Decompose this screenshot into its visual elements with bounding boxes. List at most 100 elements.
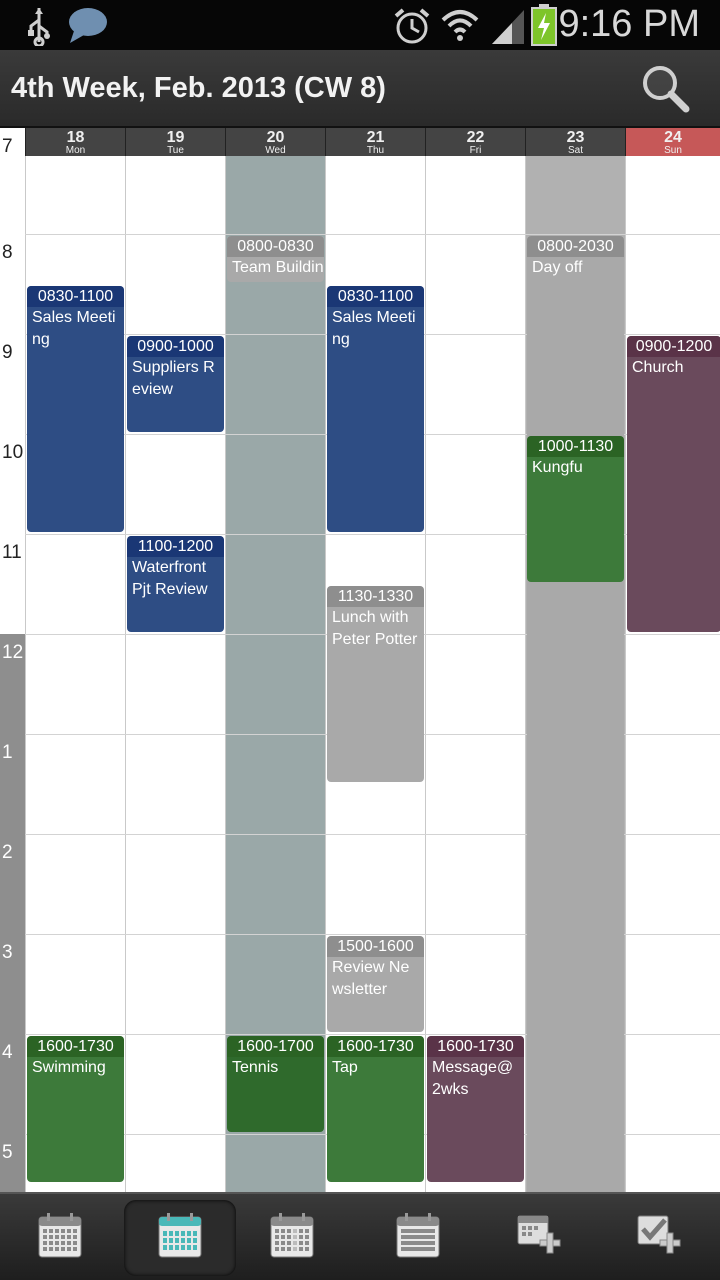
event-title: Team Building [232,259,324,276]
calendar-event[interactable]: 0900-1000 Suppliers Review [127,336,224,432]
hour-label: 1 [0,734,25,834]
event-time: 1000-1130 [527,436,624,457]
day-column-tue[interactable] [125,128,225,1192]
chat-bubble-icon [69,8,107,43]
add-event-tab[interactable] [484,1200,596,1276]
event-title: Suppliers Review [132,359,215,398]
calendar-event[interactable]: 1000-1130 Kungfu [527,436,624,582]
day-column-sun[interactable] [625,128,720,1192]
day-column-fri[interactable] [425,128,525,1192]
day-header-tue[interactable]: 19 Tue [125,128,225,156]
calendar-event[interactable]: 1130-1330 Lunch with Peter Potter [327,586,424,782]
day-column-wed[interactable] [225,128,325,1192]
day-view-tab[interactable] [236,1200,348,1276]
day-number: 18 [66,129,85,146]
event-time: 0900-1200 [627,336,720,357]
calendar-event[interactable]: 1600-1730 Swimming [27,1036,124,1182]
search-icon [643,66,690,113]
event-time: 1600-1700 [227,1036,324,1057]
calendar-event[interactable]: 0830-1100 Sales Meeting [27,286,124,532]
event-time: 0830-1100 [27,286,124,307]
day-number: 22 [466,129,485,146]
hour-label: 10 [2,442,24,463]
day-view-icon [269,1212,315,1264]
calendar-event[interactable]: 1500-1600 Review Newsletter [327,936,424,1032]
week-view-tab[interactable] [124,1200,236,1276]
calendar-event[interactable]: 0900-1200 Church [627,336,720,632]
signal-icon [492,10,524,44]
agenda-view-tab[interactable] [362,1200,474,1276]
day-number: 20 [266,129,285,146]
event-title: Message@2wks [432,1059,514,1098]
day-header-thu[interactable]: 21 Thu [325,128,425,156]
search-button[interactable] [640,64,692,114]
event-title: Kungfu [532,459,583,476]
event-time: 1600-1730 [427,1036,524,1057]
hour-label: 7 [2,136,13,157]
day-name: Fri [469,145,482,156]
day-header-wed[interactable]: 20 Wed [225,128,325,156]
day-number: 23 [566,129,585,146]
event-title: Tennis [232,1059,279,1076]
event-title: Church [632,359,684,376]
week-view-icon [157,1212,203,1264]
event-title: Waterfront Pjt Review [132,559,208,598]
hour-label: 9 [2,342,13,363]
event-time: 0900-1000 [127,336,224,357]
event-time: 1100-1200 [127,536,224,557]
calendar-event[interactable]: 0800-0830 Team Building [227,236,324,282]
calendar-event[interactable]: 0800-2030 Day off [527,236,624,1192]
hour-label: 11 [2,542,22,563]
battery-charging-icon [531,4,557,46]
event-title: Sales Meeting [332,309,416,348]
day-name: Thu [366,145,385,156]
event-title: Swimming [32,1059,106,1076]
event-title: Lunch with Peter Potter [332,609,418,648]
add-event-icon [516,1212,564,1265]
usb-icon [28,8,50,46]
hour-label: 3 [0,934,25,1034]
agenda-view-icon [395,1212,441,1264]
event-time: 1130-1330 [327,586,424,607]
event-title: Sales Meeting [32,309,116,348]
add-task-tab[interactable] [604,1200,716,1276]
page-title: 4th Week, Feb. 2013 (CW 8) [11,72,386,104]
month-view-icon [37,1212,83,1264]
bottom-toolbar [0,1192,720,1280]
month-view-tab[interactable] [4,1200,116,1276]
hour-label: 5 [0,1134,25,1192]
calendar-event[interactable]: 1600-1700 Tennis [227,1036,324,1132]
clock-time: 9:16 PM [558,3,700,45]
event-title: Day off [532,259,583,276]
day-name: Wed [265,145,286,156]
wifi-icon [441,10,479,41]
hour-column: 7 8 9 10 11 12 1 2 3 4 5 [0,128,25,1192]
add-task-icon [636,1212,684,1265]
week-calendar-grid[interactable]: 7 8 9 10 11 12 1 2 3 4 5 18 Mon 19 Tue 20 Wed 21 Thu 22 Fri… [0,128,720,1192]
event-time: 0830-1100 [327,286,424,307]
event-time: 0800-0830 [227,236,324,257]
hour-label: 2 [0,834,25,934]
day-name: Mon [65,145,86,156]
alarm-icon [394,8,430,44]
day-header-mon[interactable]: 18 Mon [25,128,125,156]
hour-label: 8 [2,242,13,263]
day-number: 19 [166,129,185,146]
app-header: 4th Week, Feb. 2013 (CW 8) [0,50,720,128]
calendar-event[interactable]: 1600-1730 Message@2wks [427,1036,524,1182]
calendar-event[interactable]: 1100-1200 Waterfront Pjt Review [127,536,224,632]
event-time: 1600-1730 [27,1036,124,1057]
day-header-sun[interactable]: 24 Sun [625,128,720,156]
status-bar: 9:16 PM [0,0,720,50]
hour-divider [25,234,720,235]
day-header-sat[interactable]: 23 Sat [525,128,625,156]
day-header-fri[interactable]: 22 Fri [425,128,525,156]
hour-label: 12 [0,634,25,734]
day-number: 21 [366,129,385,146]
day-number: 24 [664,129,682,146]
day-name: Tue [167,145,184,156]
event-time: 1600-1730 [327,1036,424,1057]
calendar-event[interactable]: 0830-1100 Sales Meeting [327,286,424,532]
event-time: 0800-2030 [527,236,624,257]
calendar-event[interactable]: 1600-1730 Tap [327,1036,424,1182]
